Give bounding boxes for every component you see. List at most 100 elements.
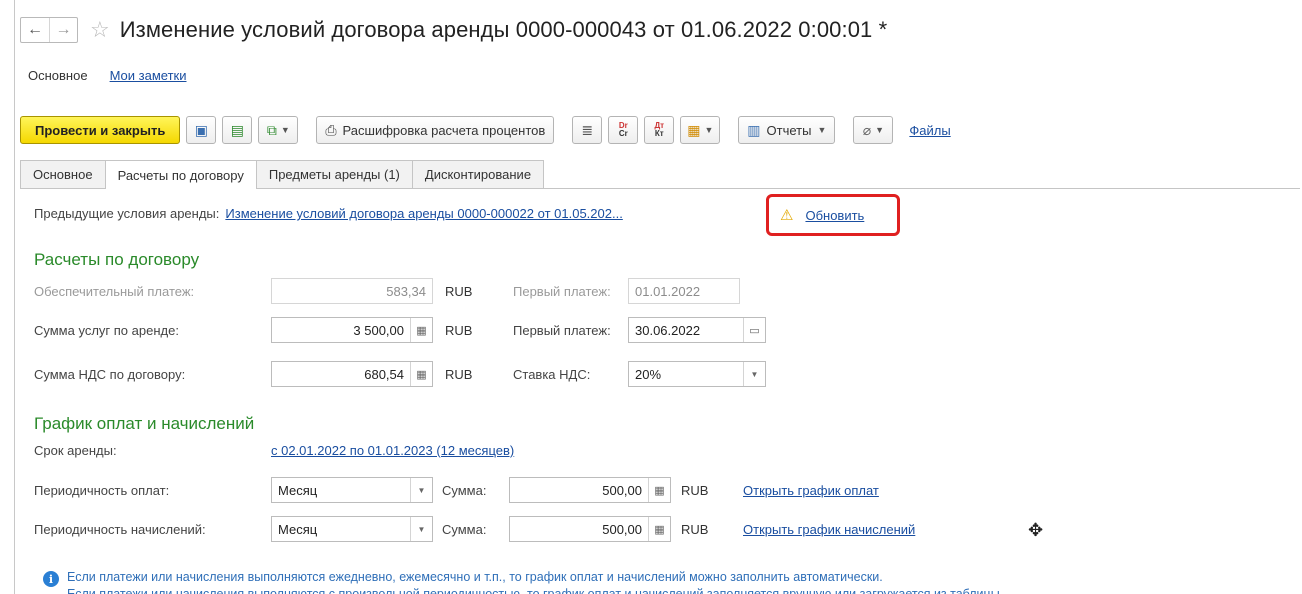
term-label-row: Срок аренды: xyxy=(34,443,117,458)
pay-sum-field[interactable]: 500,00 ▦ xyxy=(509,477,671,503)
security-first-payment-value: 01.01.2022 xyxy=(635,283,701,299)
pay-period-select[interactable]: Месяц ▼ xyxy=(271,477,433,503)
chevron-down-icon: ▼ xyxy=(280,125,290,135)
star-icon[interactable]: ☆ xyxy=(90,19,110,41)
accrual-period-label: Периодичность начислений: xyxy=(34,522,206,537)
security-label-row: Обеспечительный платеж: xyxy=(34,284,194,299)
printer-icon: ⎙ xyxy=(325,122,337,138)
save-button[interactable]: ▣ xyxy=(186,116,217,144)
pay-open-row: Открыть график оплат xyxy=(743,483,879,498)
tab-lease-items[interactable]: Предметы аренды (1) xyxy=(255,160,413,188)
chevron-down-icon[interactable]: ▼ xyxy=(743,362,765,386)
security-currency: RUB xyxy=(445,284,473,299)
previous-conditions-link[interactable]: Изменение условий договора аренды 0000-0… xyxy=(225,206,622,221)
interest-breakdown-label: Расшифровка расчета процентов xyxy=(342,122,546,138)
create-based-icon: ⧉ xyxy=(266,122,277,138)
vat-sum-value: 680,54 xyxy=(364,366,404,382)
paperclip-icon: ⌀ xyxy=(862,122,872,138)
services-first-payment-field[interactable]: 30.06.2022 ▭ xyxy=(628,317,766,343)
calculator-icon[interactable]: ▦ xyxy=(410,318,432,342)
security-first-payment-label: Первый платеж: xyxy=(513,284,611,299)
info-line-1: Если платежи или начисления выполняются … xyxy=(67,570,883,584)
warning-icon: ⚠ xyxy=(780,207,794,224)
settlements-section-title: Расчеты по договору xyxy=(34,250,200,269)
post-document-icon: ▤ xyxy=(230,122,244,138)
term-link-row: с 02.01.2022 по 01.01.2023 (12 месяцев) xyxy=(271,443,514,458)
services-sum-field[interactable]: 3 500,00 ▦ xyxy=(271,317,433,343)
tab-discounting[interactable]: Дисконтирование xyxy=(411,160,545,188)
vat-rate-value: 20% xyxy=(635,366,662,382)
accrual-period-value: Месяц xyxy=(278,521,318,537)
dr-cr-button[interactable]: Dr Cr xyxy=(608,116,639,144)
report-icon: ▥ xyxy=(747,122,761,138)
services-sum-label: Сумма услуг по аренде: xyxy=(34,323,179,338)
dr-cr-icon: Dr Cr xyxy=(618,121,628,138)
chevron-down-icon[interactable]: ▼ xyxy=(410,517,432,541)
pay-sum-label: Сумма: xyxy=(442,483,487,498)
security-payment-field: 583,34 xyxy=(271,278,433,304)
calculator-icon[interactable]: ▦ xyxy=(648,478,670,502)
arrow-right-icon[interactable]: → xyxy=(49,18,77,42)
info-icon: i xyxy=(43,571,59,587)
create-based-on-button[interactable]: ⧉ ▼ xyxy=(258,116,299,144)
dt-kt-button[interactable]: Дт Кт xyxy=(644,116,675,144)
files-link[interactable]: Файлы xyxy=(909,123,950,138)
attachments-button[interactable]: ⌀ ▼ xyxy=(853,116,894,144)
floppy-icon: ▣ xyxy=(194,122,208,138)
arrow-left-icon[interactable]: ← xyxy=(21,18,49,42)
calculator-icon[interactable]: ▦ xyxy=(410,362,432,386)
subnav-notes-link[interactable]: Мои заметки xyxy=(110,68,187,83)
vat-rate-select[interactable]: 20% ▼ xyxy=(628,361,766,387)
move-cursor-icon: ✥ xyxy=(1028,520,1044,540)
pay-period-label-row: Периодичность оплат: xyxy=(34,483,169,498)
window-title: Изменение условий договора аренды 0000-0… xyxy=(119,17,888,42)
vat-sum-label: Сумма НДС по договору: xyxy=(34,367,186,382)
print-menu-button[interactable]: ▦ ▼ xyxy=(680,116,721,144)
tab-settlements[interactable]: Расчеты по договору xyxy=(104,160,257,189)
dt-kt-icon: Дт Кт xyxy=(654,121,665,138)
services-first-payment-label: Первый платеж: xyxy=(513,323,611,338)
journal-button[interactable]: ≣ xyxy=(572,116,603,144)
subnav-main[interactable]: Основное xyxy=(28,68,88,83)
term-link[interactable]: с 02.01.2022 по 01.01.2023 (12 месяцев) xyxy=(271,443,514,458)
title-bar: ← → ☆ Изменение условий договора аренды … xyxy=(20,14,887,46)
vat-sum-field[interactable]: 680,54 ▦ xyxy=(271,361,433,387)
acc-open-row: Открыть график начислений xyxy=(743,522,915,537)
list-icon: ≣ xyxy=(581,122,594,138)
form-tabs: Основное Расчеты по договору Предметы ар… xyxy=(20,160,545,189)
chevron-down-icon[interactable]: ▼ xyxy=(410,478,432,502)
previous-conditions-row: Предыдущие условия аренды: Изменение усл… xyxy=(34,206,623,221)
pay-period-value: Месяц xyxy=(278,482,318,498)
security-payment-value: 583,34 xyxy=(386,283,426,299)
post-button[interactable]: ▤ xyxy=(222,116,253,144)
post-and-close-button[interactable]: Провести и закрыть xyxy=(20,116,181,144)
services-label-row: Сумма услуг по аренде: xyxy=(34,323,179,338)
open-accrual-schedule-link[interactable]: Открыть график начислений xyxy=(743,522,915,537)
reports-button[interactable]: ▥ Отчеты ▼ xyxy=(738,116,836,144)
vat-label-row: Сумма НДС по договору: xyxy=(34,367,185,382)
schedule-section-title: График оплат и начислений xyxy=(34,414,255,433)
accrual-sum-value: 500,00 xyxy=(602,521,642,537)
tab-main[interactable]: Основное xyxy=(20,160,106,188)
accrual-period-select[interactable]: Месяц ▼ xyxy=(271,516,433,542)
refresh-row: ⚠ Обновить xyxy=(780,206,864,224)
acc-period-label-row: Периодичность начислений: xyxy=(34,522,206,537)
calculator-icon[interactable]: ▦ xyxy=(648,517,670,541)
security-first-payment-field: 01.01.2022 xyxy=(628,278,740,304)
pay-sum-label-row: Сумма: xyxy=(442,483,486,498)
vat-currency: RUB xyxy=(445,367,473,382)
vat-rate-label: Ставка НДС: xyxy=(513,367,591,382)
acc-sum-label-row: Сумма: xyxy=(442,522,486,537)
refresh-link[interactable]: Обновить xyxy=(805,208,864,223)
accrual-sum-field[interactable]: 500,00 ▦ xyxy=(509,516,671,542)
pay-currency: RUB xyxy=(681,483,709,498)
open-payment-schedule-link[interactable]: Открыть график оплат xyxy=(743,483,879,498)
security-payment-label: Обеспечительный платеж: xyxy=(34,284,195,299)
reports-label: Отчеты xyxy=(766,122,812,138)
calendar-icon[interactable]: ▭ xyxy=(743,318,765,342)
interest-breakdown-button[interactable]: ⎙ Расшифровка расчета процентов xyxy=(316,116,555,144)
previous-conditions-label: Предыдущие условия аренды: xyxy=(34,206,220,221)
pay-period-label: Периодичность оплат: xyxy=(34,483,170,498)
services-first-payment-value: 30.06.2022 xyxy=(635,322,701,338)
services-currency: RUB xyxy=(445,323,473,338)
